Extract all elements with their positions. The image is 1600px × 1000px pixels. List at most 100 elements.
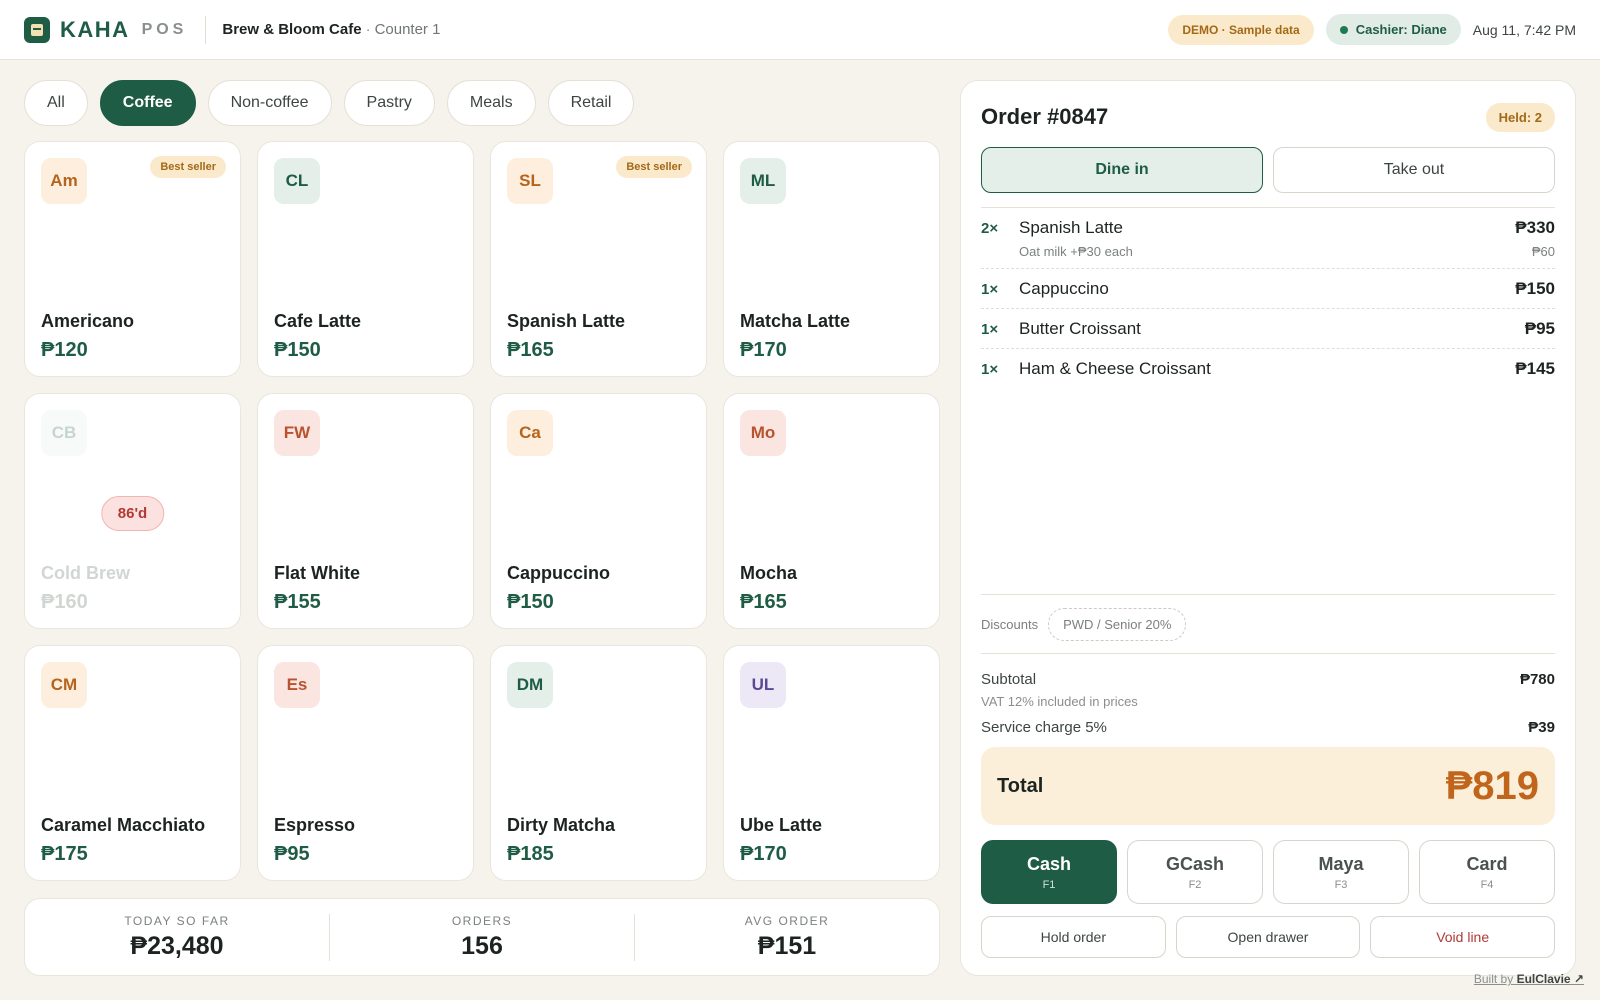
category-all[interactable]: All [24, 80, 88, 126]
take-out-button[interactable]: Take out [1273, 147, 1555, 193]
product-card-matcha-latte[interactable]: ML Matcha Latte ₱170 [723, 141, 940, 377]
vat-note: VAT 12% included in prices [981, 694, 1138, 709]
product-price: ₱185 [507, 843, 554, 865]
cashier-badge[interactable]: Cashier: Diane [1325, 14, 1461, 45]
line-price: ₱95 [1524, 319, 1555, 338]
service-charge-row: Service charge 5% ₱39 [981, 719, 1555, 736]
hold-order-button[interactable]: Hold order [981, 916, 1166, 958]
order-actions: Hold order Open drawer Void line [981, 916, 1556, 958]
product-initials: UL [740, 662, 786, 708]
logo-icon [24, 16, 50, 43]
product-name: Spanish Latte [507, 311, 626, 331]
order-line[interactable]: 1× Ham & Cheese Croissant ₱145 [981, 349, 1555, 388]
built-by-label: Built by [1473, 972, 1514, 986]
product-name: Dirty Matcha [507, 815, 616, 835]
top-bar: KAHA POS Brew & Bloom Cafe · Counter 1 D… [0, 0, 1600, 60]
product-card-americano[interactable]: Am Best seller Americano ₱120 [24, 141, 241, 377]
stat-orders: ORDERS 156 [329, 913, 634, 961]
order-title: Order #0847 [981, 104, 1109, 129]
product-card-cappuccino[interactable]: Ca Cappuccino ₱150 [490, 393, 707, 629]
dine-in-button[interactable]: Dine in [981, 147, 1263, 193]
product-initials: ML [740, 158, 786, 204]
payment-shortcut: F3 [1334, 878, 1348, 891]
order-mode-toggle: Dine in Take out [981, 147, 1555, 193]
line-qty: 1× [981, 361, 999, 378]
subtotal-value: ₱780 [1519, 671, 1555, 688]
author-name: EulClavie ↗ [1516, 972, 1584, 986]
category-retail[interactable]: Retail [547, 80, 635, 126]
product-initials: Es [274, 662, 320, 708]
product-name: Mocha [740, 563, 798, 583]
stat-value: ₱151 [757, 931, 817, 960]
product-name: Americano [41, 311, 135, 331]
product-price: ₱120 [41, 339, 88, 361]
product-card-espresso[interactable]: Es Espresso ₱95 [257, 645, 474, 881]
payment-name: GCash [1165, 853, 1225, 874]
shop-name: Brew & Bloom Cafe [222, 21, 362, 38]
product-card-dirty-matcha[interactable]: DM Dirty Matcha ₱185 [490, 645, 707, 881]
product-card-flat-white[interactable]: FW Flat White ₱155 [257, 393, 474, 629]
brand-name: KAHA [60, 16, 130, 42]
product-initials: DM [507, 662, 553, 708]
void-line-button[interactable]: Void line [1370, 916, 1556, 958]
line-name: Butter Croissant [1019, 319, 1141, 338]
category-meals[interactable]: Meals [446, 80, 536, 126]
product-card-cafe-latte[interactable]: CL Cafe Latte ₱150 [257, 141, 474, 377]
category-coffee[interactable]: Coffee [99, 80, 196, 126]
line-modifier: Oat milk +₱30 each [1019, 244, 1133, 259]
category-tabs: All Coffee Non-coffee Pastry Meals Retai… [24, 80, 635, 126]
payment-shortcut: F4 [1480, 878, 1494, 891]
held-orders-badge[interactable]: Held: 2 [1485, 102, 1555, 132]
cashier-label: Cashier: Diane [1355, 22, 1447, 37]
payment-methods: Cash F1 GCash F2 Maya F3 Card F4 [981, 840, 1555, 904]
product-name: Espresso [274, 815, 356, 835]
open-drawer-button[interactable]: Open drawer [1175, 916, 1361, 958]
product-card-caramel-macchiato[interactable]: CM Caramel Macchiato ₱175 [24, 645, 241, 881]
total-box: Total ₱819 [981, 747, 1555, 825]
online-status-icon [1339, 25, 1348, 34]
product-card-ube-latte[interactable]: UL Ube Latte ₱170 [723, 645, 940, 881]
pay-cash-button[interactable]: Cash F1 [981, 840, 1117, 904]
product-price: ₱160 [41, 591, 88, 613]
payment-name: Maya [1318, 853, 1364, 874]
order-line[interactable]: 1× Butter Croissant ₱95 [981, 309, 1555, 349]
stat-value: 156 [461, 931, 503, 960]
line-qty: 1× [981, 321, 999, 338]
datetime: Aug 11, 7:42 PM [1472, 21, 1576, 38]
line-price: ₱150 [1515, 279, 1555, 298]
best-seller-badge: Best seller [150, 156, 226, 178]
product-initials: CB [41, 410, 87, 456]
subtotal-row: Subtotal ₱780 [981, 671, 1555, 688]
order-line[interactable]: 2× Spanish Latte Oat milk +₱30 each ₱330… [981, 208, 1555, 269]
payment-name: Cash [1026, 853, 1071, 874]
product-price: ₱165 [507, 339, 554, 361]
best-seller-badge: Best seller [616, 156, 692, 178]
stat-today: TODAY SO FAR ₱23,480 [25, 914, 329, 961]
subtotal-label: Subtotal [981, 671, 1037, 688]
product-name: Cafe Latte [274, 311, 362, 331]
product-price: ₱150 [274, 339, 321, 361]
line-name: Spanish Latte [1019, 218, 1123, 237]
product-card-spanish-latte[interactable]: SL Best seller Spanish Latte ₱165 [490, 141, 707, 377]
senior-discount-button[interactable]: PWD / Senior 20% [1048, 607, 1187, 641]
built-by-link[interactable]: Built by EulClavie ↗ [1474, 972, 1584, 986]
product-initials: Mo [740, 410, 786, 456]
category-non-coffee[interactable]: Non-coffee [207, 80, 332, 126]
total-label: Total [997, 774, 1044, 797]
product-card-mocha[interactable]: Mo Mocha ₱165 [723, 393, 940, 629]
totals: Subtotal ₱780 VAT 12% included in prices… [981, 671, 1555, 736]
line-name: Ham & Cheese Croissant [1019, 359, 1211, 378]
pay-maya-button[interactable]: Maya F3 [1273, 840, 1409, 904]
out-of-stock-badge: 86'd [100, 496, 165, 531]
service-charge-value: ₱39 [1528, 719, 1555, 736]
order-line[interactable]: 1× Cappuccino ₱150 [981, 269, 1555, 309]
pay-gcash-button[interactable]: GCash F2 [1127, 840, 1263, 904]
category-pastry[interactable]: Pastry [343, 80, 435, 126]
service-charge-label: Service charge 5% [981, 719, 1107, 736]
order-panel: Order #0847 Held: 2 Dine in Take out 2× … [960, 80, 1576, 976]
demo-badge: DEMO · Sample data [1168, 14, 1314, 45]
product-price: ₱95 [274, 843, 310, 865]
discounts-row: Discounts PWD / Senior 20% [981, 594, 1555, 654]
product-name: Flat White [274, 563, 360, 583]
pay-card-button[interactable]: Card F4 [1419, 840, 1555, 904]
